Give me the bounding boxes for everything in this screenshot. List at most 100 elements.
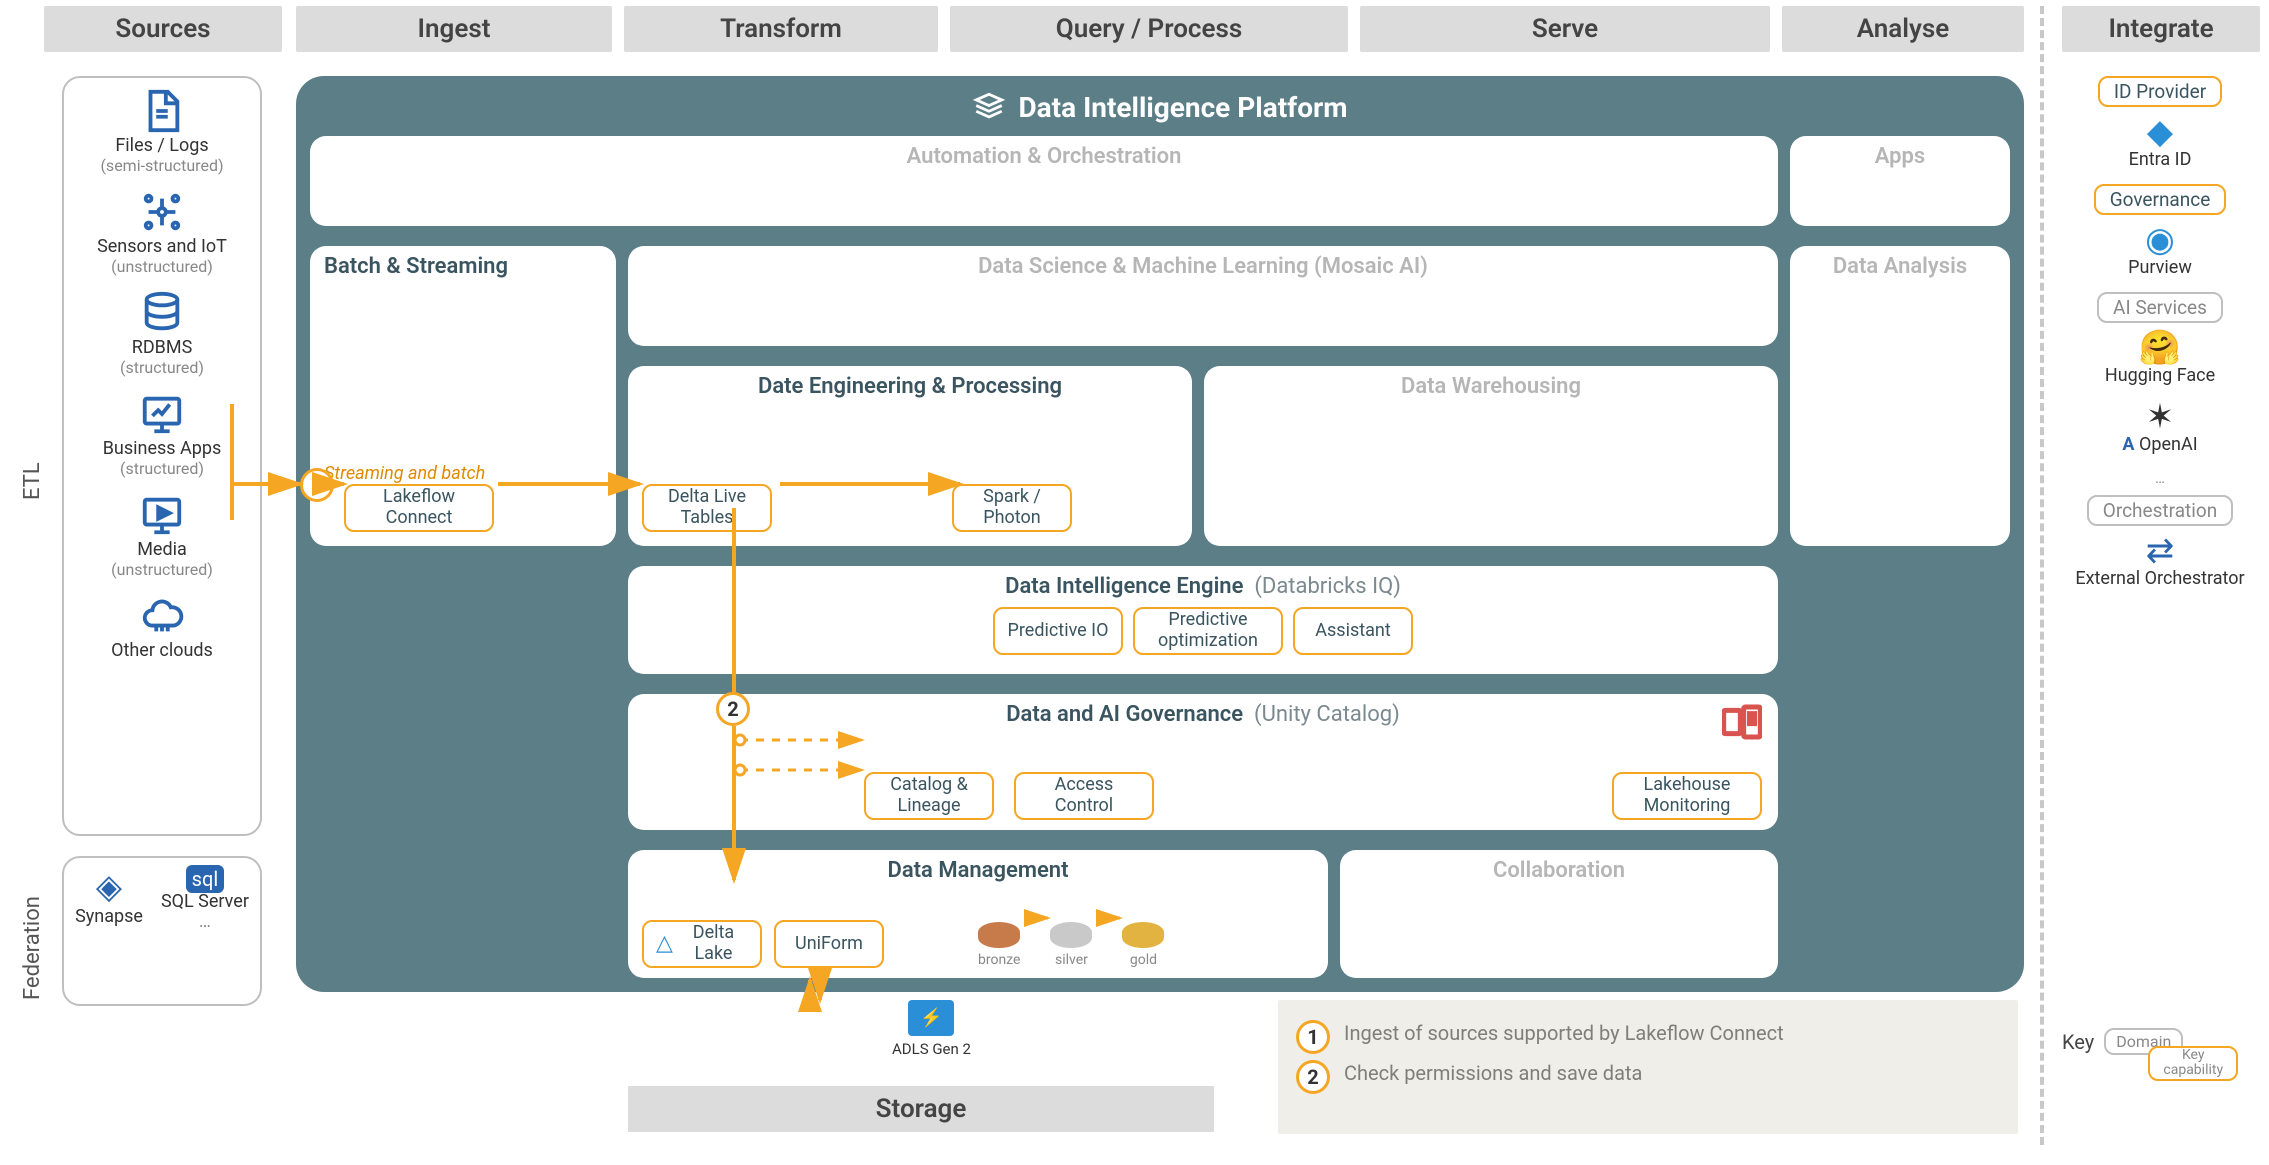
marker-1: 1 [300, 468, 334, 502]
key-label: Key [2062, 1030, 2094, 1054]
platform-title: Data Intelligence Platform [310, 90, 2010, 124]
card-batch-streaming: Batch & Streaming Streaming and batch La… [310, 246, 616, 546]
stack-icon [972, 90, 1006, 124]
card-title: Date Engineering & Processing [642, 374, 1178, 399]
card-title: Data and AI Governance (Unity Catalog) [642, 702, 1764, 727]
card-title: Data Warehousing [1218, 374, 1764, 399]
vlabel-federation: Federation [20, 896, 45, 1000]
source-label: RDBMS [132, 337, 193, 358]
fed-synapse: ◈ Synapse [75, 868, 143, 928]
col-header-serve: Serve [1360, 6, 1770, 52]
chip-orchestration: Orchestration [2087, 495, 2233, 526]
cap-assistant: Assistant [1293, 607, 1413, 655]
integrate-divider [2040, 6, 2044, 1145]
key-box: Key Domain Key capability [2062, 1028, 2183, 1055]
int-entra-id: ◆ Entra ID [2129, 115, 2192, 170]
storage-adls: ⚡ ADLS Gen 2 [892, 1000, 971, 1058]
col-header-sources: Sources [44, 6, 282, 52]
huggingface-icon: 🤗 [2105, 331, 2215, 365]
card-title: Data Analysis [1804, 254, 1996, 279]
cap-catalog-lineage: Catalog & Lineage [864, 772, 994, 820]
source-label: Media [137, 539, 187, 560]
cap-predictive-io: Predictive IO [993, 607, 1123, 655]
fed-label: Synapse [75, 906, 143, 927]
col-header-integrate: Integrate [2062, 6, 2260, 52]
source-sub: (unstructured) [97, 258, 227, 276]
card-governance: Data and AI Governance (Unity Catalog) C… [628, 694, 1778, 830]
card-data-analysis: Data Analysis [1790, 246, 2010, 546]
fed-ellipsis: … [199, 911, 211, 932]
marker-2: 2 [716, 692, 750, 726]
key-capability-chip: Key capability [2148, 1046, 2238, 1081]
medallion-gold: gold [1122, 922, 1164, 968]
int-ext-orchestrator: ⇄ External Orchestrator [2075, 534, 2244, 589]
legend-box: 1 Ingest of sources supported by Lakeflo… [1278, 1000, 2018, 1134]
card-title: Automation & Orchestration [324, 144, 1764, 169]
chip-governance: Governance [2094, 184, 2227, 215]
cap-delta-lake: △ Delta Lake [642, 920, 762, 968]
card-automation: Automation & Orchestration [310, 136, 1778, 226]
col-header-ingest: Ingest [296, 6, 612, 52]
openai-icon: ✶ [2122, 400, 2197, 434]
chart-monitor-icon [139, 391, 185, 437]
cap-delta-live-tables: Delta Live Tables [642, 484, 772, 532]
source-sub: (unstructured) [111, 561, 213, 579]
cap-access-control: Access Control [1014, 772, 1154, 820]
card-collaboration: Collaboration [1340, 850, 1778, 978]
source-rdbms: RDBMS (structured) [120, 290, 204, 377]
adls-label: ADLS Gen 2 [892, 1040, 971, 1058]
cloud-icon [139, 593, 185, 639]
source-sensors-iot: Sensors and IoT (unstructured) [97, 189, 227, 276]
int-purview: ◉ Purview [2128, 223, 2192, 278]
card-title: Collaboration [1354, 858, 1764, 883]
play-monitor-icon [139, 492, 185, 538]
source-files-logs: Files / Logs (semi-structured) [100, 88, 223, 175]
card-title: Data Science & Machine Learning (Mosaic … [642, 254, 1764, 279]
storage-header: Storage [628, 1086, 1214, 1132]
medallion-bronze: bronze [978, 922, 1020, 968]
fed-label: SQL Server [161, 891, 249, 912]
cap-spark-photon: Spark / Photon [952, 484, 1072, 532]
source-business-apps: Business Apps (structured) [103, 391, 222, 478]
adls-icon: ⚡ [908, 1000, 954, 1036]
card-title: Batch & Streaming [324, 254, 602, 279]
purview-icon: ◉ [2128, 223, 2192, 257]
source-other-clouds: Other clouds [111, 593, 213, 662]
federation-panel: ◈ Synapse sql SQL Server … [62, 856, 262, 1006]
vlabel-etl: ETL [20, 462, 45, 500]
source-label: Sensors and IoT [97, 236, 227, 257]
cap-predictive-optimization: Predictive optimization [1133, 607, 1283, 655]
delta-icon: △ [656, 931, 673, 956]
cap-uniform: UniForm [774, 920, 884, 968]
legend-text-1: Ingest of sources supported by Lakeflow … [1344, 1020, 1784, 1046]
card-title: Data Intelligence Engine (Databricks IQ) [642, 574, 1764, 599]
integrate-panel: ID Provider ◆ Entra ID Governance ◉ Purv… [2060, 76, 2260, 595]
card-dsml: Data Science & Machine Learning (Mosaic … [628, 246, 1778, 346]
source-label: Other clouds [111, 640, 213, 661]
int-openai: ✶ A OpenAI [2122, 400, 2197, 455]
sqlserver-icon: sql [186, 865, 225, 893]
source-sub: (semi-structured) [100, 157, 223, 175]
file-icon [139, 88, 185, 134]
fed-sqlserver: sql SQL Server … [161, 868, 249, 933]
source-label: Business Apps [103, 438, 222, 459]
cap-lakeflow-connect: Lakeflow Connect [344, 484, 494, 532]
medallion-silver: silver [1050, 922, 1092, 968]
card-title: Apps [1804, 144, 1996, 169]
streaming-annotation: Streaming and batch [324, 463, 485, 484]
orchestrator-icon: ⇄ [2075, 534, 2244, 568]
card-title: Data Management [642, 858, 1314, 883]
sources-panel: Files / Logs (semi-structured) Sensors a… [62, 76, 262, 836]
chip-ai-services: AI Services [2097, 292, 2223, 323]
card-data-management: Data Management △ Delta Lake UniForm bro… [628, 850, 1328, 978]
platform-frame: Data Intelligence Platform Automation & … [296, 76, 2024, 992]
catalog-icon [1722, 704, 1762, 744]
int-ellipsis: … [2155, 469, 2165, 487]
legend-text-2: Check permissions and save data [1344, 1060, 1642, 1086]
card-di-engine: Data Intelligence Engine (Databricks IQ)… [628, 566, 1778, 674]
synapse-icon: ◈ [96, 867, 122, 907]
card-data-warehousing: Data Warehousing [1204, 366, 1778, 546]
col-header-transform: Transform [624, 6, 938, 52]
iot-icon [139, 189, 185, 235]
marker-2-icon: 2 [1296, 1060, 1330, 1094]
